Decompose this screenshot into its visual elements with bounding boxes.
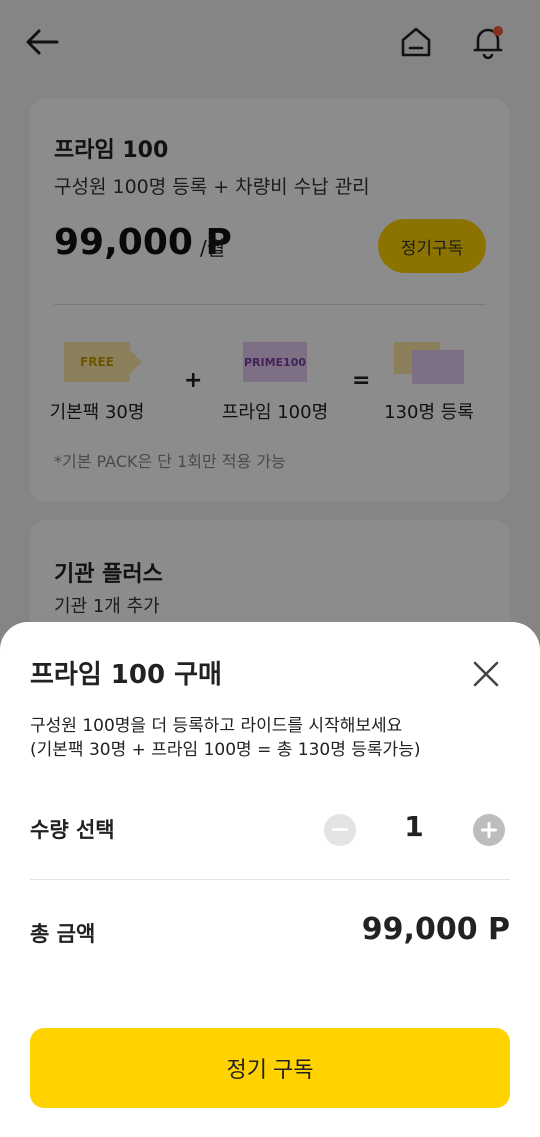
- close-button[interactable]: [466, 654, 506, 694]
- quantity-increase-button[interactable]: [473, 814, 505, 846]
- quantity-label: 수량 선택: [30, 818, 115, 842]
- sheet-title: 프라임 100 구매: [30, 660, 222, 690]
- description-line: (기본팩 30명 + 프라임 100명 = 총 130명 등록가능): [30, 740, 421, 760]
- subscribe-button[interactable]: 정기 구독: [30, 1028, 510, 1108]
- quantity-value: 1: [404, 810, 424, 843]
- minus-icon: [332, 828, 348, 831]
- description-line: 구성원 100명을 더 등록하고 라이드를 시작해보세요: [30, 716, 403, 736]
- total-label: 총 금액: [30, 922, 96, 946]
- total-value: 99,000 P: [361, 912, 510, 947]
- close-icon: [473, 661, 499, 687]
- sheet-divider: [30, 879, 510, 880]
- quantity-decrease-button[interactable]: [324, 814, 356, 846]
- plus-icon: [481, 822, 497, 838]
- purchase-bottom-sheet: 프라임 100 구매 구성원 100명을 더 등록하고 라이드를 시작해보세요 …: [0, 622, 540, 1137]
- sheet-description: 구성원 100명을 더 등록하고 라이드를 시작해보세요 (기본팩 30명 + …: [30, 714, 420, 762]
